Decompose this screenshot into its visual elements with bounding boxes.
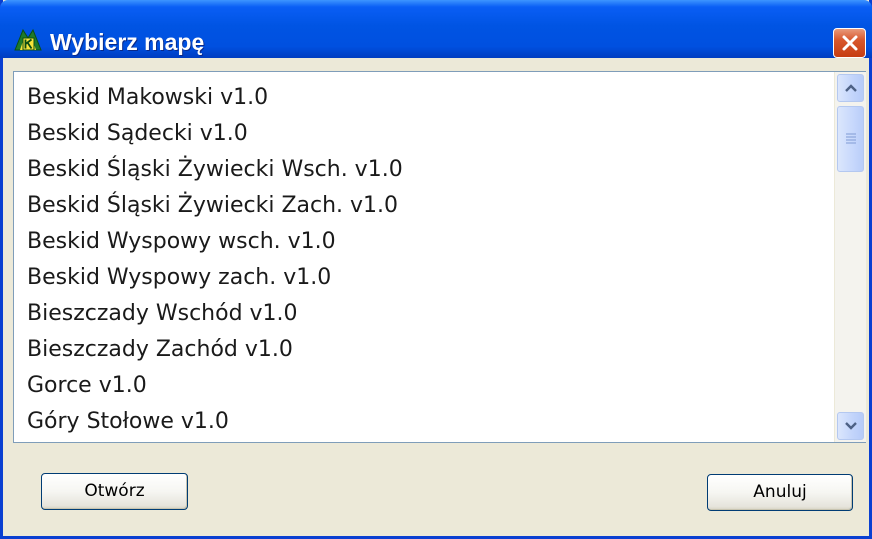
window-title: Wybierz mapę — [50, 29, 205, 55]
close-button[interactable] — [833, 28, 866, 58]
scroll-down-button[interactable] — [837, 412, 864, 440]
list-item[interactable]: Bieszczady Wschód v1.0 — [27, 296, 298, 332]
scroll-thumb[interactable] — [837, 106, 864, 172]
list-item[interactable]: Beskid Sądecki v1.0 — [27, 116, 248, 152]
open-button[interactable]: Otwórz — [41, 473, 188, 510]
scroll-up-button[interactable] — [837, 74, 864, 102]
chevron-up-icon — [845, 84, 857, 92]
list-item[interactable]: Beskid Śląski Żywiecki Zach. v1.0 — [27, 188, 398, 224]
chevron-down-icon — [845, 422, 857, 430]
dialog-window: Wybierz mapę Beskid Makowski v1.0 Beskid… — [0, 0, 872, 539]
map-listbox[interactable]: Beskid Makowski v1.0 Beskid Sądecki v1.0… — [13, 71, 866, 443]
list-item[interactable]: Góry Stołowe v1.0 — [27, 404, 229, 440]
list-item[interactable]: Beskid Wyspowy wsch. v1.0 — [27, 224, 336, 260]
map-list: Beskid Makowski v1.0 Beskid Sądecki v1.0… — [14, 72, 833, 442]
mountain-k-icon — [14, 27, 42, 51]
title-bar[interactable]: Wybierz mapę — [0, 0, 872, 58]
list-item[interactable]: Beskid Wyspowy zach. v1.0 — [27, 260, 331, 296]
grip-icon — [846, 133, 856, 144]
vertical-scrollbar[interactable] — [834, 72, 866, 442]
list-item[interactable]: Gorce v1.0 — [27, 368, 147, 404]
list-item[interactable]: Bieszczady Zachód v1.0 — [27, 332, 293, 368]
list-item[interactable]: Beskid Śląski Żywiecki Wsch. v1.0 — [27, 152, 403, 188]
close-icon — [842, 35, 858, 51]
list-item[interactable]: Beskid Makowski v1.0 — [27, 80, 268, 116]
cancel-button[interactable]: Anuluj — [707, 474, 853, 511]
